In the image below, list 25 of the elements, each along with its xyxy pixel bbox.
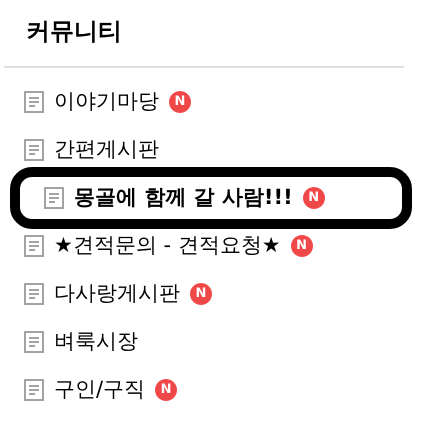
menu-item[interactable]: 몽골에 함께 갈 사람!!! N bbox=[10, 167, 412, 229]
section-title: 커뮤니티 bbox=[25, 16, 123, 47]
new-badge: N bbox=[302, 187, 325, 209]
document-icon bbox=[44, 187, 64, 209]
menu-label: 벼룩시장 bbox=[54, 328, 138, 356]
menu-label: 구인/구직 bbox=[54, 376, 146, 404]
menu-label: 다사랑게시판 bbox=[54, 280, 180, 308]
new-badge: N bbox=[169, 91, 191, 113]
menu-label: 이야기마당 bbox=[54, 88, 159, 116]
new-badge: N bbox=[190, 283, 212, 305]
menu-item[interactable]: 다사랑게시판 N bbox=[0, 270, 422, 318]
menu-label: 간편게시판 bbox=[54, 136, 159, 164]
menu-item[interactable]: 이야기마당 N bbox=[0, 78, 422, 126]
document-icon bbox=[24, 235, 44, 257]
document-icon bbox=[24, 139, 44, 161]
menu-item[interactable]: 벼룩시장 bbox=[0, 318, 422, 366]
menu-label: 몽골에 함께 갈 사람!!! bbox=[74, 184, 293, 212]
new-badge: N bbox=[155, 379, 178, 401]
document-icon bbox=[24, 331, 44, 353]
document-icon bbox=[24, 91, 44, 113]
document-icon bbox=[24, 283, 44, 305]
menu-item[interactable]: 구인/구직 N bbox=[0, 366, 422, 414]
menu-label: ★견적문의 - 견적요청★ bbox=[54, 232, 281, 260]
document-icon bbox=[24, 379, 44, 401]
new-badge: N bbox=[290, 235, 313, 257]
